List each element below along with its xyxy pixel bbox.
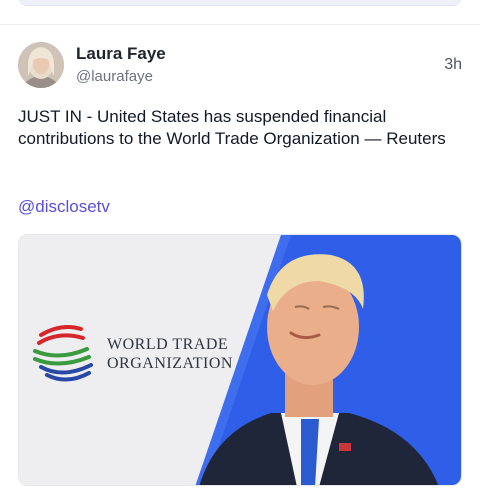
author-handle[interactable]: @laurafaye — [76, 67, 166, 87]
organization-name: World Trade Organization — [107, 335, 233, 373]
author-name[interactable]: Laura Faye — [76, 44, 166, 64]
mention-link[interactable]: @disclosetv — [18, 196, 110, 218]
author-block: Laura Faye @laurafaye — [76, 44, 166, 87]
author-avatar[interactable] — [18, 42, 64, 88]
post-body-text: JUST IN - United States has suspended fi… — [18, 107, 446, 148]
media-illustration — [19, 235, 461, 485]
previous-card-edge — [18, 0, 462, 6]
post-header: Laura Faye @laurafaye 3h — [18, 42, 462, 90]
feed-divider — [0, 24, 480, 25]
post-timestamp: 3h — [444, 56, 462, 73]
post-media-image[interactable]: World Trade Organization — [18, 234, 462, 486]
organization-line-2: Organization — [107, 355, 233, 372]
organization-line-1: World Trade — [107, 336, 229, 353]
